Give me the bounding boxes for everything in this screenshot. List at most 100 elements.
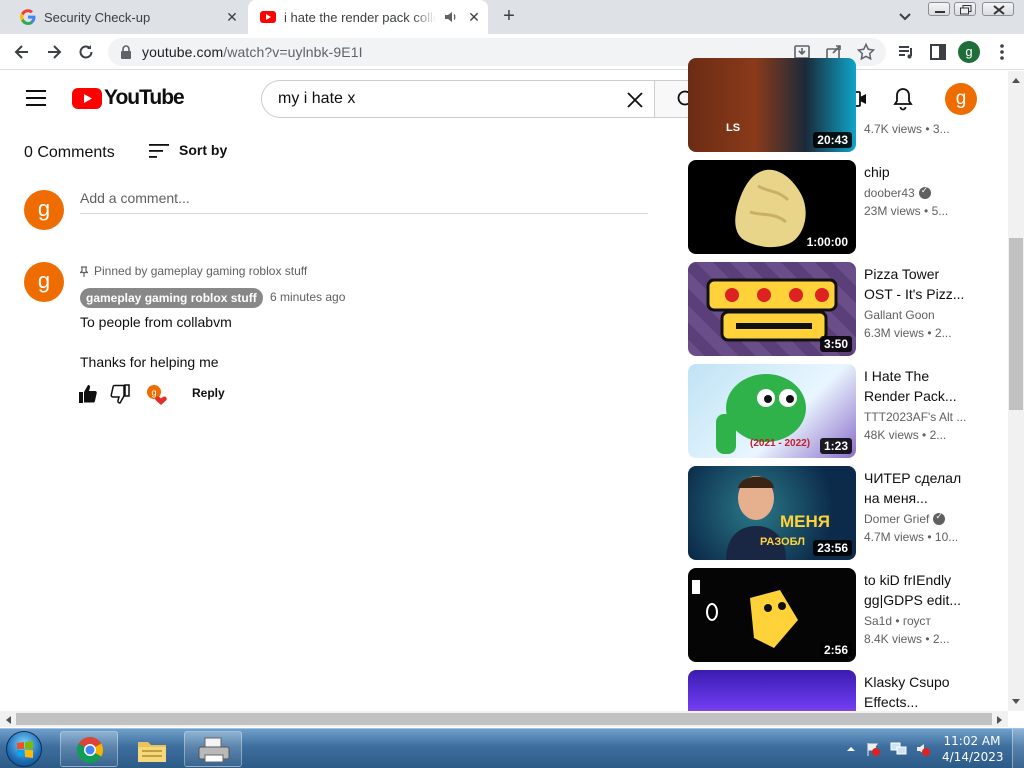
comment-author-avatar[interactable]: g xyxy=(24,262,64,302)
taskbar-scanner-button[interactable] xyxy=(184,731,242,767)
hamburger-menu-icon[interactable] xyxy=(26,89,46,107)
video-title[interactable]: ЧИТЕР сделал на меня... xyxy=(864,468,968,508)
thumbnail-title-text: МЕНЯ xyxy=(780,512,830,531)
video-thumbnail[interactable] xyxy=(688,670,856,711)
recommended-video-card[interactable]: 1:00:00 chip doober43 23M views • 5... xyxy=(688,160,988,254)
recommended-video-card[interactable]: (2021 - 2022) 1:23 I Hate The Render Pack… xyxy=(688,364,988,458)
video-channel[interactable]: Domer Grief xyxy=(864,512,968,526)
recommended-video-card[interactable]: МЕНЯ РАЗОБЛ 23:56 ЧИТЕР сделал на меня...… xyxy=(688,466,988,560)
window-close-button[interactable] xyxy=(982,2,1014,16)
video-views-age: 4.7M views • 10... xyxy=(864,530,959,544)
recommended-video-card[interactable]: 3:50 Pizza Tower OST - It's Pizz... Galla… xyxy=(688,262,988,356)
comment-author-name[interactable]: gameplay gaming roblox stuff xyxy=(80,288,263,308)
sort-by-button[interactable]: Sort by xyxy=(179,142,227,158)
start-button[interactable] xyxy=(6,731,42,767)
creator-heart-icon: g xyxy=(147,385,167,405)
dislike-thumbs-down-icon[interactable] xyxy=(110,384,130,404)
video-thumbnail[interactable]: МЕНЯ РАЗОБЛ 23:56 xyxy=(688,466,856,560)
video-duration: 1:00:00 xyxy=(802,234,852,250)
video-views-age: 6.3M views • 2... xyxy=(864,326,952,340)
tab-youtube-video[interactable]: i hate the render pack collec ✕ xyxy=(248,0,488,34)
forward-arrow-icon[interactable] xyxy=(44,42,64,62)
video-channel[interactable]: doober43 xyxy=(864,186,968,200)
tab-title: Security Check-up xyxy=(44,9,151,25)
volume-muted-icon[interactable] xyxy=(916,742,930,756)
video-channel[interactable]: Sa1d • гоуст xyxy=(864,614,968,628)
close-tab-icon[interactable]: ✕ xyxy=(224,9,240,25)
scroll-down-arrow-icon[interactable] xyxy=(1011,698,1021,706)
folder-icon xyxy=(138,742,166,762)
search-input[interactable]: my i hate x xyxy=(261,80,655,118)
show-desktop-button[interactable] xyxy=(1012,729,1024,768)
video-thumbnail[interactable]: 3:50 xyxy=(688,262,856,356)
thumbnail-brand-text: LS xyxy=(726,122,741,134)
video-duration: 23:56 xyxy=(813,540,852,556)
tab-search-chevron-icon[interactable] xyxy=(896,9,914,25)
close-tab-icon[interactable]: ✕ xyxy=(466,9,482,25)
video-thumbnail[interactable]: 1:00:00 xyxy=(688,160,856,254)
windows-logo-icon xyxy=(17,741,33,758)
comment-timestamp[interactable]: 6 minutes ago xyxy=(270,290,345,304)
url-text[interactable]: youtube.com/watch?v=uylnbk-9E1I xyxy=(142,44,363,60)
network-icon[interactable] xyxy=(890,742,908,756)
user-avatar[interactable]: g xyxy=(24,190,64,230)
sort-icon[interactable] xyxy=(149,142,169,160)
clear-search-icon[interactable] xyxy=(626,91,644,109)
action-center-flag-icon[interactable] xyxy=(866,742,880,756)
verified-badge-icon xyxy=(933,512,946,525)
add-comment-input[interactable]: Add a comment... xyxy=(80,190,190,206)
horizontal-scrollbar-thumb[interactable] xyxy=(16,713,992,725)
scroll-left-arrow-icon[interactable] xyxy=(4,715,12,725)
comment-text-line-2: Thanks for helping me xyxy=(80,354,219,370)
pin-icon xyxy=(80,265,88,277)
video-channel[interactable]: Gallant Goon xyxy=(864,308,968,322)
youtube-wordmark[interactable]: YouTube xyxy=(104,86,185,110)
printer-icon xyxy=(198,737,230,763)
youtube-favicon-icon xyxy=(260,11,276,23)
video-title[interactable]: to kiD frIEndly gg|GDPS edit... xyxy=(864,570,968,610)
vertical-scrollbar-thumb[interactable] xyxy=(1009,238,1023,410)
window-restore-button[interactable] xyxy=(954,2,976,16)
video-views-age: 8.4K views • 2... xyxy=(864,632,950,646)
show-hidden-icons-icon[interactable] xyxy=(844,742,858,756)
tab-security-checkup[interactable]: Security Check-up ✕ xyxy=(0,0,246,34)
taskbar-chrome-button[interactable] xyxy=(60,731,118,767)
video-duration: 1:23 xyxy=(819,438,852,454)
recommended-video-card[interactable]: Klasky Csupo Effects... xyxy=(688,670,988,711)
video-thumbnail[interactable]: LS 20:43 xyxy=(688,58,856,152)
search-query-text[interactable]: my i hate x xyxy=(278,90,355,108)
browser-tab-strip: Security Check-up ✕ i hate the render pa… xyxy=(0,0,1024,34)
reload-icon[interactable] xyxy=(76,42,96,62)
comment-text-line-1: To people from collabvm xyxy=(80,314,232,330)
scroll-right-arrow-icon[interactable] xyxy=(996,715,1004,725)
video-title[interactable]: I Hate The Render Pack... xyxy=(864,366,968,406)
video-title[interactable]: chip xyxy=(864,162,968,182)
clock-time: 11:02 AM xyxy=(943,734,1001,748)
scroll-up-arrow-icon[interactable] xyxy=(1011,76,1021,84)
video-views-age: 23M views • 5... xyxy=(864,204,949,218)
recommended-video-card[interactable]: 2:56 to kiD frIEndly gg|GDPS edit... Sa1d… xyxy=(688,568,988,662)
lock-icon[interactable] xyxy=(120,45,132,59)
video-title[interactable]: Pizza Tower OST - It's Pizz... xyxy=(864,264,968,304)
video-title[interactable]: Klasky Csupo Effects... xyxy=(864,672,968,711)
youtube-logo-icon[interactable] xyxy=(72,88,102,109)
video-duration: 3:50 xyxy=(819,336,852,352)
comments-count: 0 Comments xyxy=(24,144,115,161)
video-duration: 20:43 xyxy=(813,132,852,148)
video-thumbnail[interactable]: 2:56 xyxy=(688,568,856,662)
new-tab-button[interactable]: + xyxy=(498,6,520,28)
reply-button[interactable]: Reply xyxy=(192,386,225,400)
recommended-video-card[interactable]: LS 20:43 4.7K views • 3... xyxy=(688,58,988,152)
system-clock[interactable]: 11:02 AM 4/14/2023 xyxy=(942,733,1004,765)
video-channel[interactable]: TTT2023AF's Alt ... xyxy=(864,410,968,424)
video-thumbnail[interactable]: (2021 - 2022) 1:23 xyxy=(688,364,856,458)
more-menu-icon[interactable] xyxy=(992,42,1012,62)
taskbar-explorer-button[interactable] xyxy=(122,731,180,767)
like-thumbs-up-icon[interactable] xyxy=(78,384,98,404)
window-minimize-button[interactable] xyxy=(928,2,950,16)
verified-badge-icon xyxy=(918,186,931,199)
video-views-age: 4.7K views • 3... xyxy=(864,122,950,136)
audio-playing-icon[interactable] xyxy=(444,10,458,24)
clock-date: 4/14/2023 xyxy=(942,750,1004,764)
back-arrow-icon[interactable] xyxy=(12,42,32,62)
